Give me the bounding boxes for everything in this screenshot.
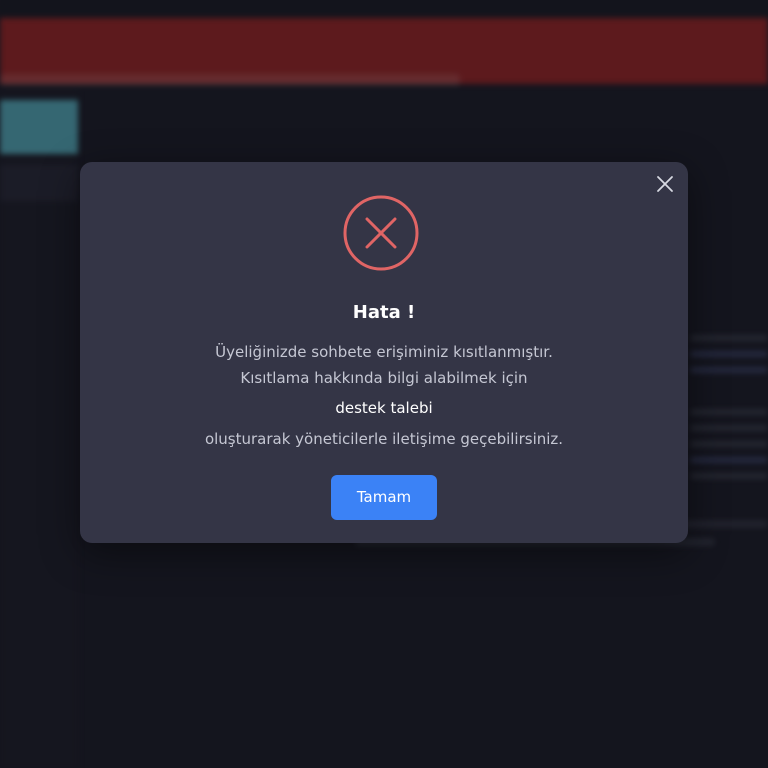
support-ticket-link[interactable]: destek talebi <box>80 399 688 417</box>
confirm-button[interactable]: Tamam <box>331 475 437 520</box>
error-x-circle-icon <box>343 195 419 271</box>
dialog-message-line-3: oluşturarak yöneticilerle iletişime geçe… <box>204 430 564 448</box>
error-dialog: Hata ! Üyeliğinizde sohbete erişiminiz k… <box>80 162 688 543</box>
dialog-title: Hata ! <box>352 302 416 323</box>
dialog-message-line-1: Üyeliğinizde sohbete erişiminiz kısıtlan… <box>215 343 553 361</box>
close-icon <box>657 176 673 192</box>
dialog-message-line-2: Kısıtlama hakkında bilgi alabilmek için <box>240 369 528 387</box>
close-button[interactable] <box>654 173 676 195</box>
